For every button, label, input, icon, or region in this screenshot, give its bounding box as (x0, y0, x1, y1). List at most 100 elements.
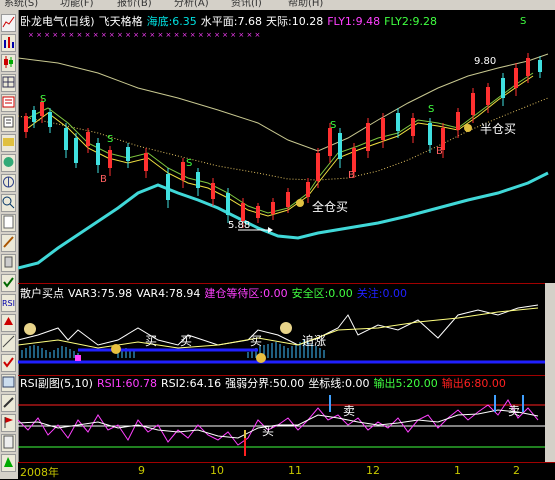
upper-band-line (18, 53, 549, 152)
up-icon[interactable] (1, 314, 16, 332)
panel3-title: RSI副图(5,10) (20, 377, 93, 390)
tool2-icon[interactable] (1, 274, 16, 292)
compass-icon[interactable] (1, 174, 16, 192)
s-marker: S (186, 158, 193, 169)
legend-item: 安全区:0.00 (291, 287, 353, 300)
brush-icon[interactable] (1, 254, 16, 272)
date-label: 2 (513, 464, 520, 477)
svg-text:RSI: RSI (2, 299, 15, 308)
menu-help[interactable]: 帮助(H) (288, 0, 323, 10)
window-icon[interactable] (1, 374, 16, 392)
s-marker: S (428, 104, 435, 115)
legend-item: FLY2:9.28 (384, 15, 438, 28)
pen-icon[interactable] (1, 394, 16, 412)
s-marker: S (40, 94, 47, 105)
lower-band-line (18, 171, 549, 270)
menu-bar: 系统(S) 功能(F) 报价(B) 分析(A) 资讯(I) 帮助(H) (0, 0, 555, 10)
legend-item: 关注:0.00 (356, 287, 407, 300)
legend-item: 水平面:7.68 (200, 15, 262, 28)
b-marker: B (100, 174, 107, 185)
legend-item: 海底:6.35 (146, 15, 197, 28)
date-label: 2008年 (20, 466, 59, 479)
tool3-icon[interactable] (1, 454, 16, 472)
panel3-legend: RSI副图(5,10) RSI1:60.78 RSI2:64.16 强弱分界:50.0… (20, 377, 510, 390)
stock-title: 卧龙电气(日线) (20, 15, 95, 28)
s-marker: S (330, 120, 337, 131)
tick-icon[interactable] (1, 354, 16, 372)
flag-icon[interactable] (1, 414, 16, 432)
legend-item: 强弱分界:50.00 (225, 377, 305, 390)
half-buy-label: 半仓买 (480, 122, 517, 136)
tool-icon[interactable] (1, 234, 16, 252)
legend-item: VAR4:78.94 (136, 287, 201, 300)
s-marker: S (520, 16, 527, 27)
rsi-sell-label: 卖 (508, 404, 521, 418)
menu-analysis[interactable]: 分析(A) (174, 0, 209, 10)
candles-icon[interactable] (1, 54, 16, 72)
x-marker-row: × × × × × × × × × × × × × × × × × × × × … (28, 31, 260, 39)
ruler-icon[interactable] (1, 334, 16, 352)
legend-item: 天际:10.28 (266, 15, 324, 28)
legend-item: 建仓等待区:0.00 (204, 287, 288, 300)
legend-item: 输出6:80.00 (441, 377, 506, 390)
buy-label: 买 (180, 334, 193, 348)
legend-item: RSI2:64.16 (161, 377, 222, 390)
date-label: 1 (454, 464, 461, 477)
menu-info[interactable]: 资讯(I) (231, 0, 262, 10)
var3-line (18, 304, 539, 346)
half-buy-dot (464, 124, 472, 132)
panel-divider (18, 283, 555, 284)
calc-icon[interactable] (1, 434, 16, 452)
buy-label: 买 (250, 334, 263, 348)
zoom-icon[interactable] (1, 194, 16, 212)
vertical-scrollbar[interactable] (545, 283, 555, 462)
rsi-icon[interactable]: RSI (1, 294, 16, 312)
legend-item: FLY1:9.48 (327, 15, 381, 28)
date-axis: 2008年 9 10 11 12 1 2 (18, 462, 555, 480)
svg-text:× × × × × × × × × × ×: × × × × × × × × × × × × × × × × × × × × … (28, 31, 260, 39)
panel2-chart (18, 304, 545, 364)
full-buy-dot (296, 199, 304, 207)
legend-item: RSI1:60.78 (96, 377, 158, 390)
main-legend: 卧龙电气(日线) 飞天格格 海底:6.35 水平面:7.68 天际:10.28 FLY1:… (20, 15, 441, 28)
stock-icon[interactable] (1, 134, 16, 152)
smiley-icon (111, 344, 121, 354)
panel-divider (18, 375, 555, 376)
menu-quote[interactable]: 报价(B) (117, 0, 152, 10)
buy-label: 买 (145, 334, 158, 348)
menu-system[interactable]: 系统(S) (4, 0, 38, 10)
list-icon[interactable] (1, 94, 16, 112)
rsi-buy-label: 买 (262, 424, 275, 438)
smiley-icon (256, 353, 266, 363)
rsi2-line (18, 409, 539, 439)
legend-item: 输出5:20.00 (373, 377, 438, 390)
full-buy-label: 全仓买 (312, 200, 349, 214)
ma-line-yellow (27, 75, 534, 217)
date-label: 10 (210, 464, 224, 477)
ma-line-green (27, 72, 534, 214)
b-marker: B (348, 170, 355, 181)
panel2-legend: 散户买点 VAR3:75.98 VAR4:78.94 建仓等待区:0.00 安全区:0.… (20, 287, 411, 300)
news-icon[interactable] (1, 114, 16, 132)
date-label: 11 (288, 464, 302, 477)
smiley-icon (24, 323, 36, 335)
chart-icon[interactable] (1, 14, 16, 32)
legend-item: 坐标线:0.00 (308, 377, 370, 390)
left-toolbar: RSI (0, 10, 19, 479)
smiley-icon (280, 322, 292, 334)
high-price-label: 9.80 (474, 56, 497, 67)
low-price-label: 5.88 (228, 220, 251, 231)
f10-icon[interactable] (1, 154, 16, 172)
page-icon[interactable] (1, 214, 16, 232)
grid-icon[interactable] (1, 74, 16, 92)
rsi-sell-label: 卖 (343, 404, 356, 418)
chase-label: 追涨 (302, 334, 327, 348)
menu-function[interactable]: 功能(F) (60, 0, 94, 10)
indicator-name: 飞天格格 (98, 15, 143, 28)
panel3-rsi-chart (18, 395, 545, 456)
bars-icon[interactable] (1, 34, 16, 52)
legend-item: VAR3:75.98 (68, 287, 133, 300)
date-label: 12 (366, 464, 380, 477)
panel2-title: 散户买点 (20, 287, 64, 300)
date-label: 9 (138, 464, 145, 477)
